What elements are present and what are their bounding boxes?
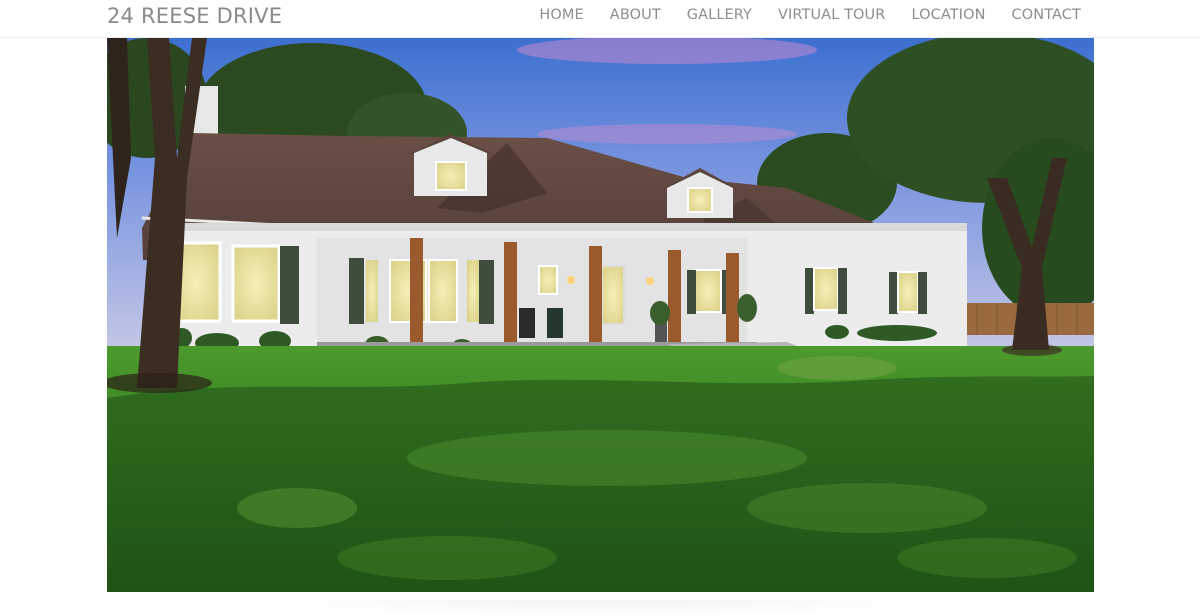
nav-contact[interactable]: CONTACT [1012,6,1081,24]
nav-virtual-tour[interactable]: VIRTUAL TOUR [778,6,885,24]
nav-gallery[interactable]: GALLERY [687,6,752,24]
nav-home[interactable]: HOME [539,6,583,24]
site-title-link[interactable]: 24 REESE DRIVE [107,3,282,29]
house-exterior-photo [107,38,1094,592]
content-divider-shadow [250,600,950,616]
site-header: 24 REESE DRIVE HOME ABOUT GALLERY VIRTUA… [0,0,1200,38]
main-nav: HOME ABOUT GALLERY VIRTUAL TOUR LOCATION… [539,6,1081,24]
nav-location[interactable]: LOCATION [911,6,985,24]
hero-image [107,38,1094,592]
nav-about[interactable]: ABOUT [610,6,661,24]
